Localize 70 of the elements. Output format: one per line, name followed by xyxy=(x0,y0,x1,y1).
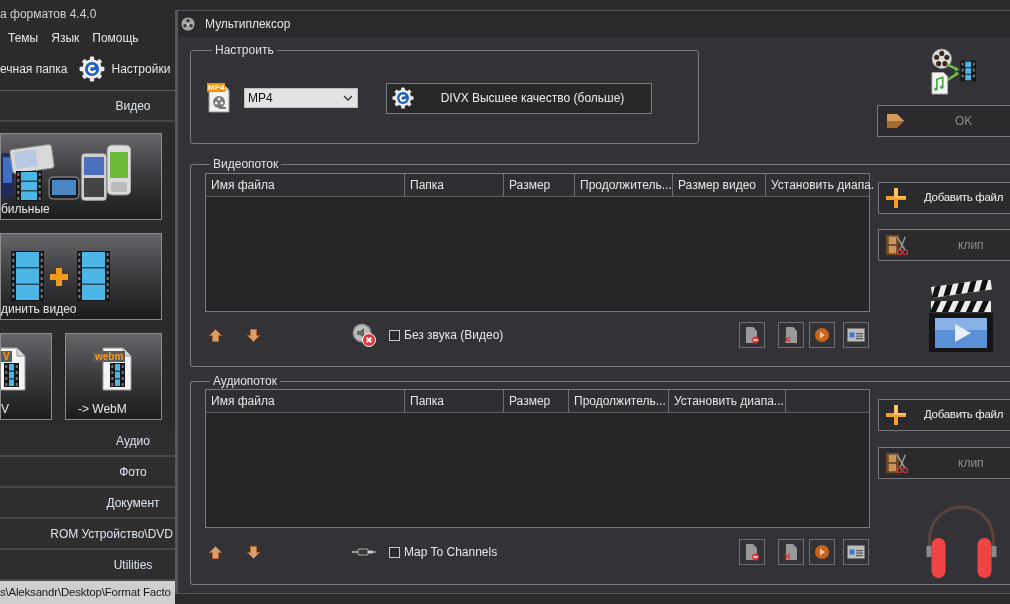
group-legend: Аудиопоток xyxy=(210,374,281,388)
converter-tile[interactable]: V V xyxy=(0,333,52,420)
converter-tile[interactable]: бильные xyxy=(0,133,162,220)
checkbox[interactable] xyxy=(389,546,400,558)
document-cross-icon xyxy=(783,326,799,344)
card-icon xyxy=(847,544,865,560)
settings-icon xyxy=(392,87,414,109)
checkbox[interactable] xyxy=(389,329,400,341)
speaker-muted-icon xyxy=(352,323,376,347)
play-icon xyxy=(814,327,830,343)
column-header[interactable]: Установить диапа... xyxy=(669,390,786,412)
film-reel-music-icon xyxy=(930,48,977,95)
add-file-button[interactable]: Добавить файл xyxy=(878,182,1010,214)
arrow-down-icon[interactable] xyxy=(247,328,260,342)
info-button[interactable] xyxy=(843,322,869,348)
menu-item[interactable]: Темы xyxy=(8,29,39,47)
clear-button[interactable] xyxy=(778,322,804,348)
clear-button[interactable] xyxy=(778,539,804,565)
reel-icon xyxy=(181,17,195,31)
card-icon xyxy=(847,327,865,343)
menu-item[interactable]: Помощь xyxy=(92,29,139,47)
column-header[interactable]: Размер xyxy=(504,174,575,196)
group-legend: Настроить xyxy=(212,43,277,57)
format-badge: V xyxy=(1,351,12,362)
video-file-icon xyxy=(1,347,26,391)
play-button[interactable] xyxy=(809,539,835,565)
settings-button[interactable]: Настройки xyxy=(78,56,171,82)
preset-button[interactable]: DIVX Высшее качество (больше) xyxy=(386,82,652,114)
column-header[interactable]: Продолжитель... xyxy=(569,390,669,412)
arrow-up-icon[interactable] xyxy=(209,545,222,559)
film-scissors-icon xyxy=(886,452,908,474)
document-minus-icon xyxy=(744,326,760,344)
clapperboard-icon xyxy=(927,280,993,352)
checkbox-label: Map To Channels xyxy=(404,544,498,561)
play-icon xyxy=(814,544,830,560)
remove-button[interactable] xyxy=(739,322,765,348)
format-badge: webm xyxy=(93,351,126,362)
column-header[interactable]: Продолжитель... xyxy=(575,174,673,196)
format-dropdown[interactable]: MP4 xyxy=(244,88,358,108)
info-button[interactable] xyxy=(843,539,869,565)
arrow-up-icon[interactable] xyxy=(209,328,222,342)
plus-icon xyxy=(886,405,906,425)
menu-item[interactable]: Язык xyxy=(51,29,80,47)
column-header[interactable]: Имя файла xyxy=(206,390,405,412)
column-header[interactable]: Размер xyxy=(504,390,569,412)
play-button[interactable] xyxy=(809,322,835,348)
format-badge: MP4 xyxy=(207,83,226,92)
converter-tile[interactable]: динить видео xyxy=(0,233,162,320)
cable-plug-icon xyxy=(352,548,376,556)
document-minus-icon xyxy=(744,543,760,561)
converter-tile[interactable]: webm -> WebM xyxy=(65,333,162,420)
plus-icon xyxy=(886,188,906,208)
toolbar-button[interactable]: ечная папка xyxy=(0,60,68,78)
arrow-down-icon[interactable] xyxy=(247,545,260,559)
film-scissors-icon xyxy=(886,234,908,256)
column-header[interactable]: Имя файла xyxy=(206,174,405,196)
window-title: а форматов 4.4.0 xyxy=(0,6,97,23)
add-file-button[interactable]: Добавить файл xyxy=(878,399,1010,431)
chevron-down-icon xyxy=(343,95,353,101)
dialog-title: Мультиплексор xyxy=(205,16,291,33)
column-header[interactable]: Папка xyxy=(405,174,504,196)
arrow-right-icon xyxy=(886,111,906,131)
remove-button[interactable] xyxy=(739,539,765,565)
column-header[interactable]: Папка xyxy=(405,390,504,412)
checkbox-label: Без звука (Видео) xyxy=(404,327,504,344)
settings-icon xyxy=(78,56,105,82)
group-legend: Видеопоток xyxy=(210,157,282,171)
column-header[interactable]: Размер видео xyxy=(673,174,766,196)
document-cross-icon xyxy=(783,543,799,561)
status-path: s\Aleksandr\Desktop\Format Facto xyxy=(0,584,171,600)
